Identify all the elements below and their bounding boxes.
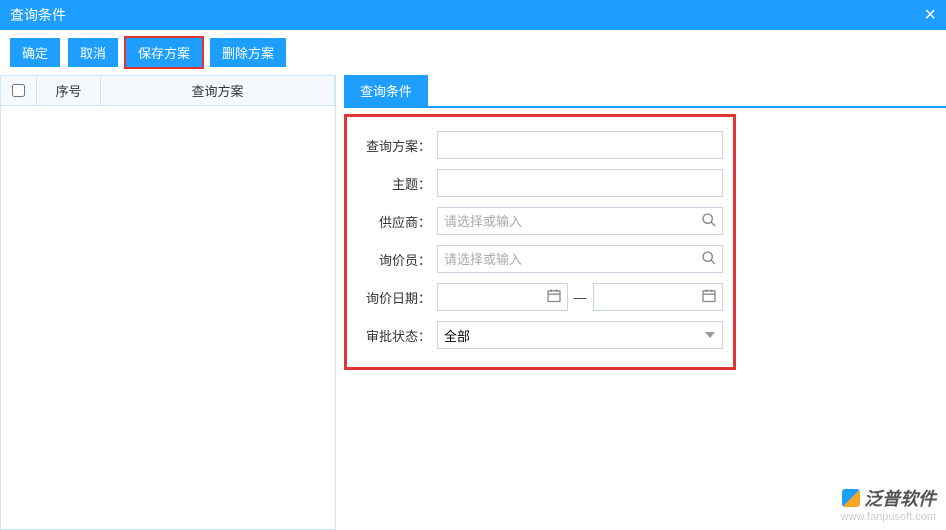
status-label: 审批状态：	[357, 326, 437, 345]
tab-query-conditions[interactable]: 查询条件	[344, 75, 428, 106]
query-form: 查询方案： 主题： 供应商：	[344, 114, 736, 370]
cancel-button[interactable]: 取消	[68, 38, 118, 67]
footer-brand: 泛普软件 www.fanpusoft.com	[841, 485, 936, 523]
tab-strip: 查询条件	[344, 75, 946, 108]
status-select[interactable]	[437, 321, 723, 349]
vendor-input[interactable]	[437, 207, 723, 235]
plan-label: 查询方案：	[357, 136, 437, 155]
table-body	[1, 106, 335, 529]
dialog-title-bar: 查询条件 ×	[0, 0, 946, 30]
calendar-icon	[546, 288, 562, 307]
subject-label: 主题：	[357, 174, 437, 193]
select-all-checkbox[interactable]	[12, 84, 25, 97]
brand-name: 泛普软件	[864, 485, 936, 511]
date-range-separator: —	[574, 290, 587, 305]
header-num: 序号	[37, 76, 101, 106]
vendor-label: 供应商：	[357, 212, 437, 231]
confirm-button[interactable]: 确定	[10, 38, 60, 67]
right-panel: 查询条件 查询方案： 主题： 供应商：	[336, 75, 946, 530]
save-plan-button[interactable]: 保存方案	[126, 38, 202, 67]
subject-input[interactable]	[437, 169, 723, 197]
date-label: 询价日期：	[357, 288, 437, 307]
plan-input[interactable]	[437, 131, 723, 159]
table-header: 序号 查询方案	[1, 76, 335, 106]
header-checkbox-cell	[1, 76, 37, 106]
delete-plan-button[interactable]: 删除方案	[210, 38, 286, 67]
brand-logo-icon	[842, 489, 860, 507]
brand-url: www.fanpusoft.com	[841, 511, 936, 523]
chevron-down-icon	[705, 332, 715, 338]
status-value[interactable]	[437, 321, 723, 349]
calendar-icon	[701, 288, 717, 307]
header-plan: 查询方案	[101, 76, 335, 106]
toolbar: 确定 取消 保存方案 删除方案	[0, 30, 946, 75]
close-icon[interactable]: ×	[924, 0, 936, 30]
inquirer-input[interactable]	[437, 245, 723, 273]
inquirer-label: 询价员：	[357, 250, 437, 269]
dialog-title: 查询条件	[10, 0, 66, 30]
plan-table: 序号 查询方案	[0, 75, 336, 530]
